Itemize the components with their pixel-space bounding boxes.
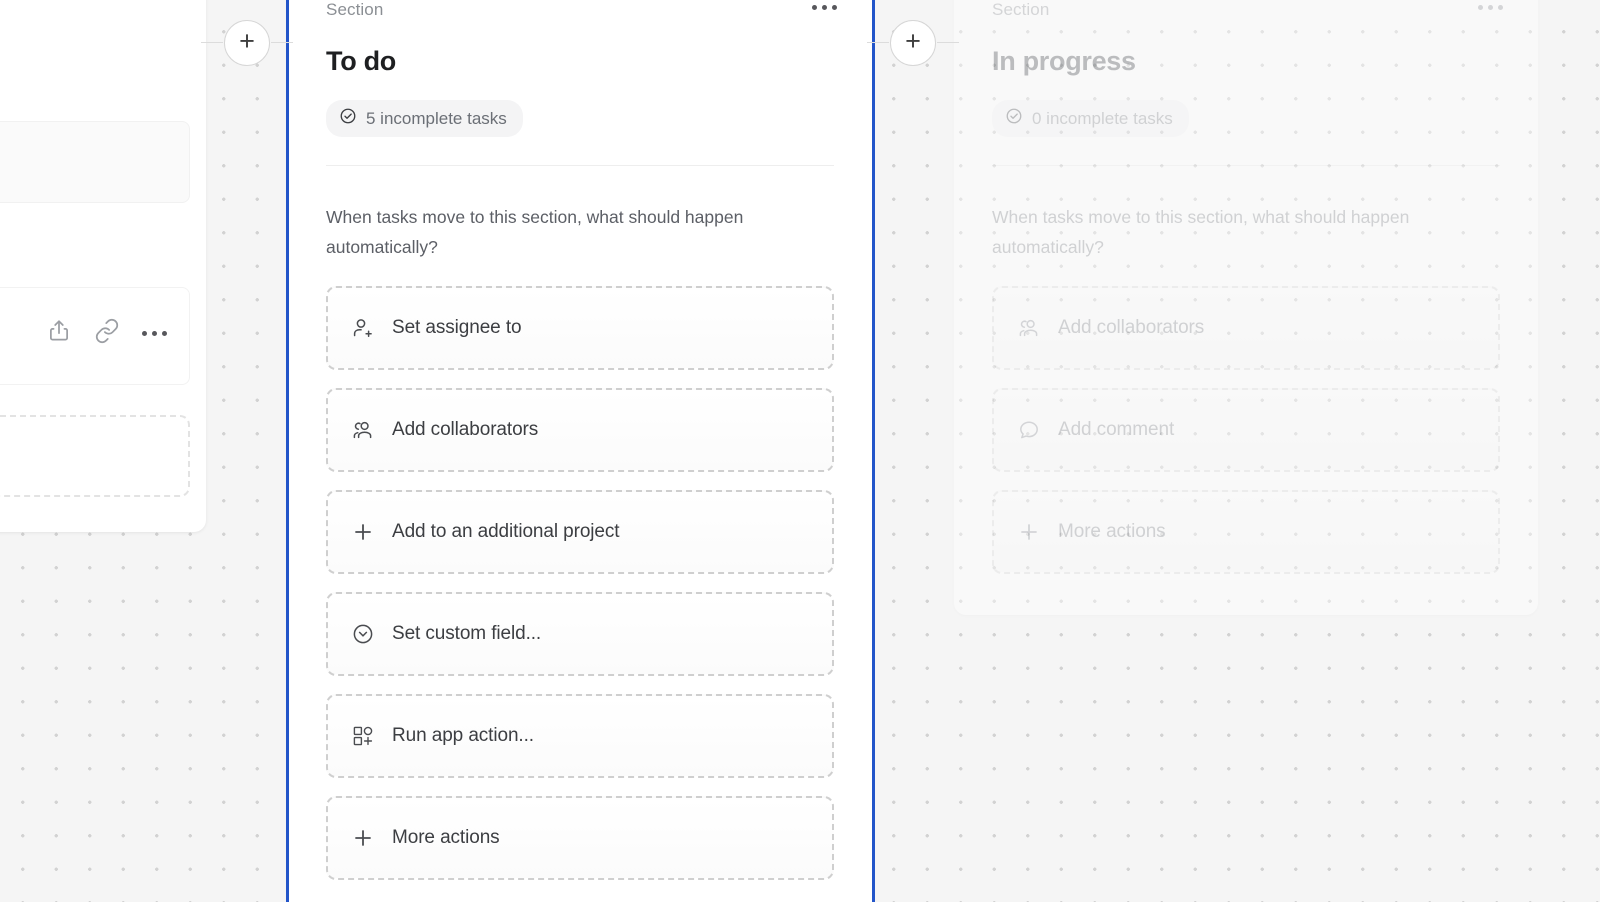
users-icon <box>350 417 376 443</box>
left-partial-card-title: added to <box>0 6 186 44</box>
section-options-button[interactable] <box>1472 0 1508 20</box>
user-add-icon <box>350 315 376 341</box>
share-icon[interactable] <box>46 318 72 349</box>
plus-icon <box>1016 519 1042 545</box>
link-icon[interactable] <box>94 318 120 349</box>
chevron-circle-icon <box>350 621 376 647</box>
action-more-actions[interactable]: More actions <box>992 490 1500 574</box>
section-body-todo: When tasks move to this section, what sh… <box>288 166 872 880</box>
action-add-collaborators[interactable]: Add collaborators <box>992 286 1500 370</box>
left-partial-card-tool-icons <box>46 318 167 349</box>
plus-icon: + <box>905 26 921 56</box>
automation-prompt: When tasks move to this section, what sh… <box>992 207 1410 257</box>
section-body-in-progress: When tasks move to this section, what sh… <box>954 166 1538 574</box>
action-label: More actions <box>392 827 500 848</box>
board-scrollbar[interactable] <box>1592 0 1600 902</box>
action-label: More actions <box>1058 521 1166 542</box>
section-divider <box>326 165 834 166</box>
automation-prompt: When tasks move to this section, what sh… <box>326 207 744 257</box>
action-label: Add to an additional project <box>392 521 620 542</box>
drop-indicator-right <box>872 0 875 902</box>
action-add-comment[interactable]: Add comment <box>992 388 1500 472</box>
incomplete-tasks-badge: 0 incomplete tasks <box>992 100 1189 137</box>
left-partial-card: added to <box>0 0 206 532</box>
section-title: In progress <box>992 46 1136 76</box>
plus-icon <box>350 519 376 545</box>
action-add-collaborators[interactable]: Add collaborators <box>326 388 834 472</box>
action-set-custom-field[interactable]: Set custom field... <box>326 592 834 676</box>
incomplete-tasks-label: 5 incomplete tasks <box>366 108 507 128</box>
action-label: Add comment <box>1058 419 1175 440</box>
action-label: Add collaborators <box>1058 317 1205 338</box>
action-label: Set custom field... <box>392 623 542 644</box>
plus-icon: + <box>239 26 255 56</box>
section-eyebrow: Section <box>326 0 384 19</box>
section-header-todo: Section To do 5 incomplete tasks <box>288 0 872 166</box>
left-partial-card-dashed-slot[interactable] <box>0 415 190 497</box>
add-section-button-left[interactable]: + <box>201 20 293 66</box>
section-column-todo: Section To do 5 incomplete tasks When ta… <box>288 0 872 902</box>
more-horizontal-icon[interactable] <box>142 331 167 336</box>
app-grid-add-icon <box>350 723 376 749</box>
plus-icon <box>350 825 376 851</box>
action-run-app-action[interactable]: Run app action... <box>326 694 834 778</box>
section-header-in-progress: Section In progress 0 incomplete tasks <box>954 0 1538 166</box>
section-title: To do <box>326 46 396 76</box>
incomplete-tasks-badge: 5 incomplete tasks <box>326 100 523 137</box>
section-divider <box>992 165 1500 166</box>
left-partial-card-tool-card <box>0 287 190 385</box>
action-set-assignee[interactable]: Set assignee to <box>326 286 834 370</box>
left-partial-card-placeholder-block <box>0 121 190 203</box>
drop-indicator-left <box>286 0 289 902</box>
incomplete-tasks-label: 0 incomplete tasks <box>1032 108 1173 128</box>
section-options-button[interactable] <box>806 0 842 20</box>
add-section-button-right[interactable]: + <box>867 20 959 66</box>
action-label: Run app action... <box>392 725 534 746</box>
comment-icon <box>1016 417 1042 443</box>
action-add-to-project[interactable]: Add to an additional project <box>326 490 834 574</box>
users-icon <box>1016 315 1042 341</box>
check-circle-icon <box>1005 107 1023 130</box>
board-canvas: added to <box>0 0 1600 902</box>
section-column-in-progress: Section In progress 0 incomplete tasks W… <box>954 0 1538 615</box>
action-label: Add collaborators <box>392 419 539 440</box>
action-more-actions[interactable]: More actions <box>326 796 834 880</box>
check-circle-icon <box>339 107 357 130</box>
action-label: Set assignee to <box>392 317 522 338</box>
section-eyebrow: Section <box>992 0 1050 19</box>
